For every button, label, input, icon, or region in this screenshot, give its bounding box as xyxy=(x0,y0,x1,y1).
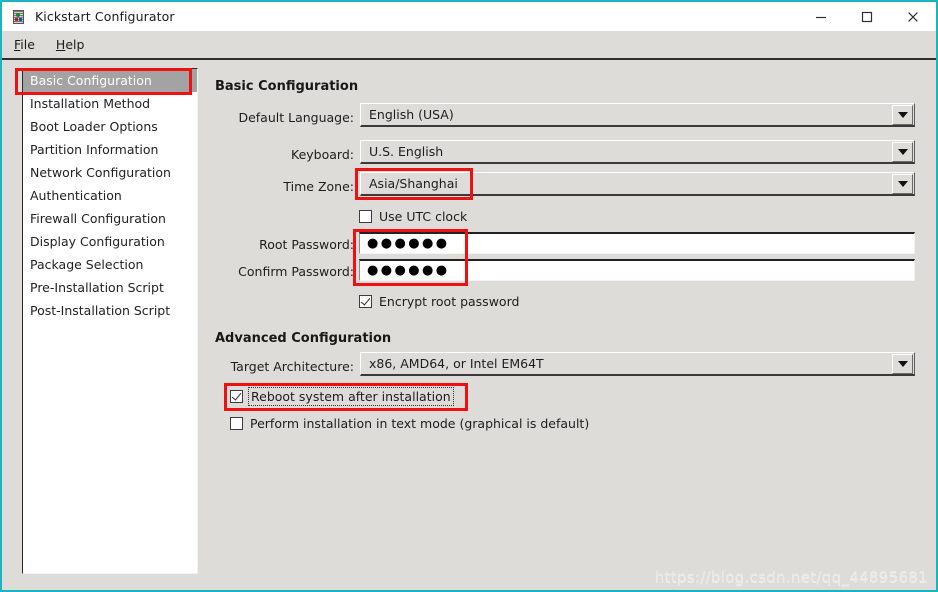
confirm-password-value: ●●●●●● xyxy=(367,263,450,278)
sidebar-item-label: Basic Configuration xyxy=(30,73,152,88)
use-utc-clock-label: Use UTC clock xyxy=(379,209,468,224)
maximize-icon xyxy=(861,11,873,22)
minimize-icon xyxy=(816,16,826,18)
sidebar-item-label: Network Configuration xyxy=(30,165,171,180)
sidebar-item-label: Pre-Installation Script xyxy=(30,280,164,295)
chevron-down-icon[interactable] xyxy=(892,353,913,374)
advanced-configuration-heading: Advanced Configuration xyxy=(215,331,392,346)
encrypt-root-password-checkbox-row[interactable]: Encrypt root password xyxy=(359,294,519,309)
confirm-password-field[interactable]: ●●●●●● xyxy=(359,259,915,281)
basic-configuration-heading: Basic Configuration xyxy=(215,79,359,94)
encrypt-root-password-checkbox[interactable] xyxy=(359,295,372,308)
menu-bar: File Help xyxy=(2,31,936,60)
time-zone-combobox[interactable]: Asia/Shanghai xyxy=(360,172,915,196)
kickstart-configurator-window: Kickstart Configurator File Help Basic C… xyxy=(0,0,938,592)
menu-item-file-label: ile xyxy=(20,37,35,52)
sidebar-item-label: Post-Installation Script xyxy=(30,303,171,318)
keyboard-label: Keyboard: xyxy=(291,147,354,162)
menu-item-help-label: elp xyxy=(65,37,85,52)
sidebar-item-label: Display Configuration xyxy=(30,234,165,249)
title-bar: Kickstart Configurator xyxy=(2,2,936,31)
root-password-value: ●●●●●● xyxy=(367,236,450,251)
sidebar-item-label: Authentication xyxy=(30,188,122,203)
root-password-field[interactable]: ●●●●●● xyxy=(359,232,915,254)
sidebar-item-post-installation-script[interactable]: Post-Installation Script xyxy=(23,299,197,322)
sidebar-item-package-selection[interactable]: Package Selection xyxy=(23,253,197,276)
use-utc-clock-checkbox[interactable] xyxy=(359,210,372,223)
keyboard-value: U.S. English xyxy=(369,144,444,159)
sidebar-item-display-configuration[interactable]: Display Configuration xyxy=(23,230,197,253)
sidebar-item-label: Partition Information xyxy=(30,142,159,157)
chevron-down-icon[interactable] xyxy=(892,173,913,194)
sidebar-item-basic-configuration[interactable]: Basic Configuration xyxy=(23,69,197,92)
target-architecture-combobox[interactable]: x86, AMD64, or Intel EM64T xyxy=(360,352,915,376)
target-architecture-value: x86, AMD64, or Intel EM64T xyxy=(369,356,544,371)
chevron-down-icon[interactable] xyxy=(892,104,913,125)
sidebar-item-partition-information[interactable]: Partition Information xyxy=(23,138,197,161)
default-language-combobox[interactable]: English (USA) xyxy=(360,103,915,127)
reboot-after-installation-label: Reboot system after installation xyxy=(248,387,454,406)
use-utc-clock-checkbox-row[interactable]: Use UTC clock xyxy=(359,209,467,224)
default-language-label: Default Language: xyxy=(238,110,354,125)
window-controls xyxy=(798,2,936,31)
close-icon xyxy=(908,11,918,22)
sidebar-item-label: Boot Loader Options xyxy=(30,119,158,134)
section-list[interactable]: Basic Configuration Installation Method … xyxy=(22,68,198,574)
sidebar-item-firewall-configuration[interactable]: Firewall Configuration xyxy=(23,207,197,230)
menu-item-file[interactable]: File xyxy=(5,35,44,54)
sidebar-item-label: Firewall Configuration xyxy=(30,211,166,226)
default-language-value: English (USA) xyxy=(369,107,454,122)
time-zone-value: Asia/Shanghai xyxy=(369,176,458,191)
sidebar-item-authentication[interactable]: Authentication xyxy=(23,184,197,207)
close-button[interactable] xyxy=(890,2,936,31)
chevron-down-icon[interactable] xyxy=(892,141,913,162)
sidebar-item-network-configuration[interactable]: Network Configuration xyxy=(23,161,197,184)
basic-configuration-pane: Basic Configuration Default Language: En… xyxy=(207,62,931,590)
keyboard-combobox[interactable]: U.S. English xyxy=(360,140,915,164)
sidebar-item-pre-installation-script[interactable]: Pre-Installation Script xyxy=(23,276,197,299)
minimize-button[interactable] xyxy=(798,2,844,31)
watermark-text: https://blog.csdn.net/qq_44895681 xyxy=(654,568,928,586)
confirm-password-label: Confirm Password: xyxy=(238,264,354,279)
sidebar-item-boot-loader-options[interactable]: Boot Loader Options xyxy=(23,115,197,138)
workspace: Basic Configuration Installation Method … xyxy=(2,62,936,590)
text-mode-installation-checkbox[interactable] xyxy=(230,417,243,430)
encrypt-root-password-label: Encrypt root password xyxy=(379,294,520,309)
maximize-button[interactable] xyxy=(844,2,890,31)
reboot-after-installation-checkbox-row[interactable]: Reboot system after installation xyxy=(230,387,454,406)
menu-item-help[interactable]: Help xyxy=(47,35,94,54)
root-password-label: Root Password: xyxy=(259,237,354,252)
sidebar-item-installation-method[interactable]: Installation Method xyxy=(23,92,197,115)
sidebar-item-label: Installation Method xyxy=(30,96,151,111)
window-title: Kickstart Configurator xyxy=(35,9,175,24)
kickstart-app-icon xyxy=(11,9,27,25)
text-mode-installation-label: Perform installation in text mode (graph… xyxy=(250,416,590,431)
text-mode-installation-checkbox-row[interactable]: Perform installation in text mode (graph… xyxy=(230,416,589,431)
time-zone-label: Time Zone: xyxy=(283,179,354,194)
sidebar-item-label: Package Selection xyxy=(30,257,144,272)
reboot-after-installation-checkbox[interactable] xyxy=(230,390,243,403)
target-architecture-label: Target Architecture: xyxy=(230,359,354,374)
